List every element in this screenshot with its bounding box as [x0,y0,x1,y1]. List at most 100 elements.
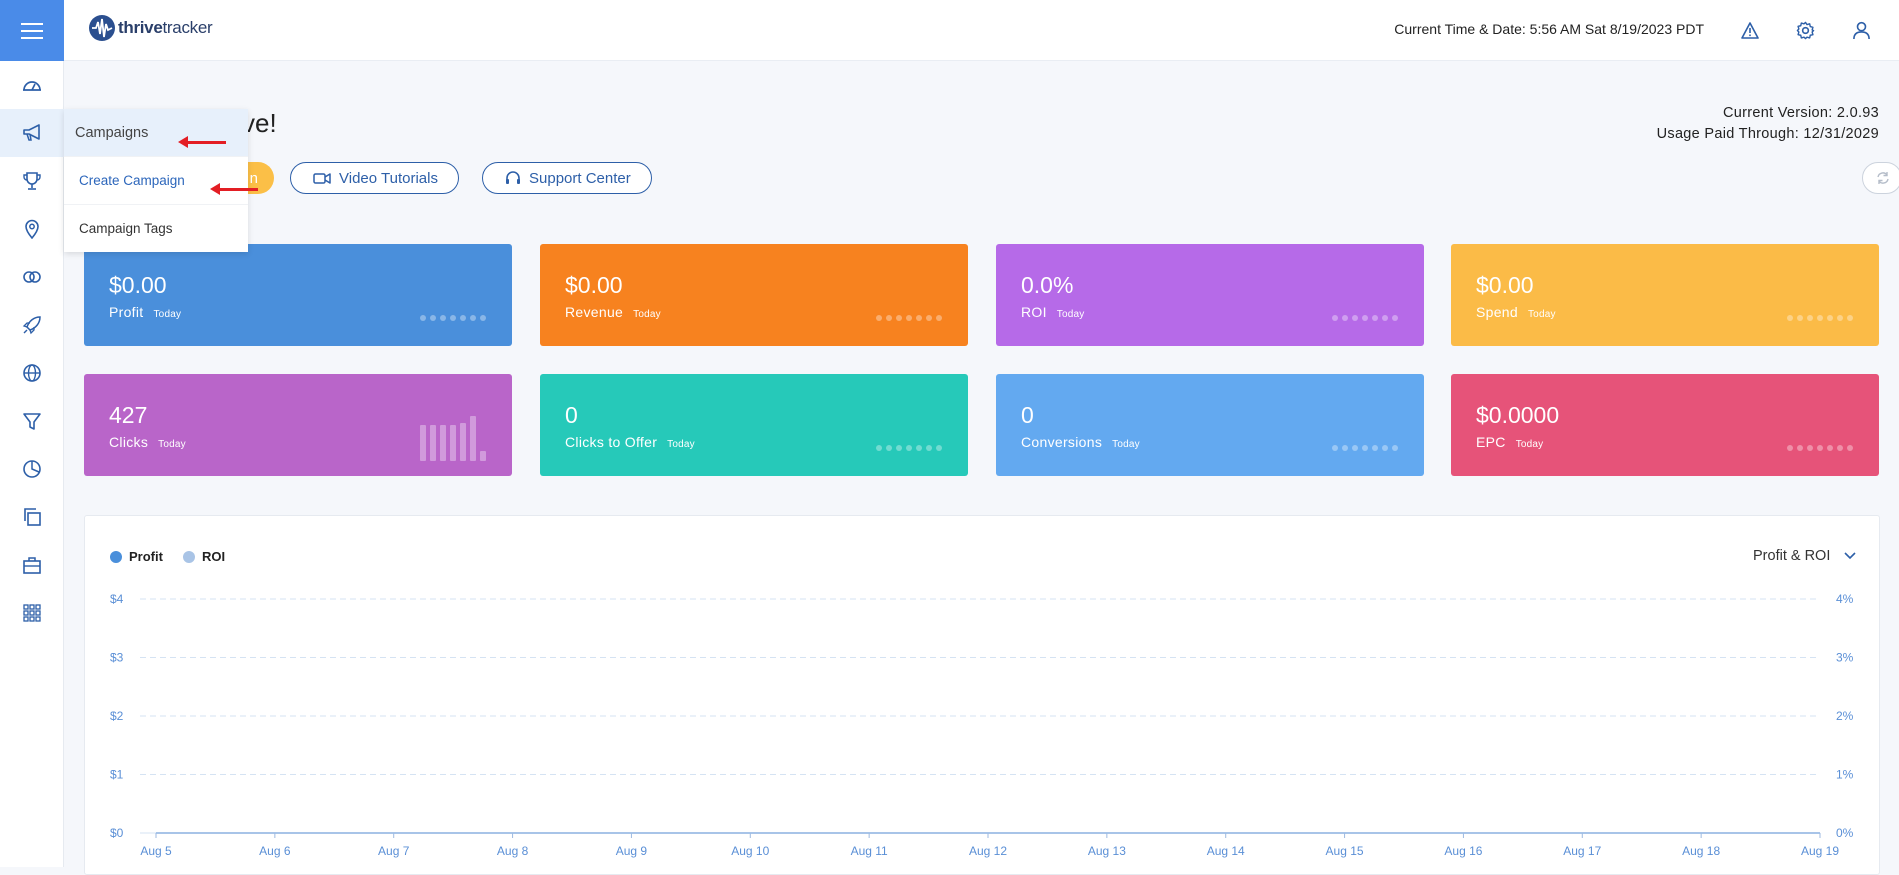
legend-roi[interactable]: ROI [182,549,226,564]
create-campaign-menu-item[interactable]: Create Campaign [64,156,248,204]
sparkline-dots [1332,315,1398,321]
sparkline-bars [420,414,486,461]
stat-value: $0.00 [565,272,623,298]
video-tutorials-button[interactable]: Video Tutorials [290,162,459,194]
current-time: Current Time & Date: 5:56 AM Sat 8/19/20… [1394,21,1704,37]
copy-icon [24,508,41,526]
y-tick-label-left: $2 [110,709,124,723]
stat-value: 0 [565,402,578,428]
sidebar-item-reports[interactable] [0,445,64,493]
usage-paid-through: Usage Paid Through: 12/31/2029 [1656,126,1879,142]
warning-icon[interactable] [1739,19,1761,41]
x-tick-label: Aug 15 [1326,844,1364,858]
y-tick-label-left: $0 [110,826,124,840]
x-tick-label: Aug 9 [616,844,648,858]
refresh-button[interactable] [1862,162,1899,194]
globe-icon [23,364,41,382]
current-version: Current Version: 2.0.93 [1722,105,1879,121]
sparkline-dots [1332,445,1398,451]
stat-value: 0.0% [1021,272,1074,298]
sidebar [0,61,64,867]
legend-roi-label: ROI [201,549,226,564]
x-tick-label: Aug 11 [851,844,888,858]
legend-profit-dot [110,550,122,563]
y-tick-label-right: 0% [1836,826,1854,840]
x-tick-label: Aug 6 [259,844,291,858]
stat-label: Clicks Today [109,434,186,450]
hamburger-icon [21,22,43,39]
profit-roi-chart: $0 0% $1 1% $2 2% $3 3% $4 4% Aug 5 Aug 6 Aug 7 Aug 8… [110,592,1854,858]
version-info: Current Version: 2.0.93 Usage Paid Throu… [1657,103,1879,145]
stat-card-epc: $0.0000 EPC Today [1451,374,1879,476]
stat-value: $0.00 [109,272,167,298]
stat-card-revenue: $0.00 Revenue Today [540,244,968,346]
sidebar-item-location[interactable] [0,205,64,253]
stat-value: $0.0000 [1476,402,1560,428]
video-camera-icon [313,172,331,184]
chart-metric-select-value: Profit & ROI [1753,548,1831,564]
chevron-down-icon [1844,552,1856,560]
stat-card-profit: $0.00 Profit Today [84,244,512,346]
sidebar-item-globe[interactable] [0,349,64,397]
x-tick-label: Aug 5 [140,844,172,858]
sparkline-dots [876,445,942,451]
sparkline-dots [420,315,486,321]
stat-label: Spend Today [1476,304,1556,320]
stat-period: Today [1527,309,1556,320]
hamburger-menu-button[interactable] [0,0,64,61]
logo-wave-icon [89,15,115,41]
stat-label: EPC Today [1476,434,1544,450]
stat-card-spend: $0.00 Spend Today [1451,244,1879,346]
briefcase-icon [23,557,41,574]
flyout-title[interactable]: Campaigns [64,109,248,156]
stat-value: $0.00 [1476,272,1534,298]
sidebar-item-apps[interactable] [0,589,64,637]
sidebar-item-trophy[interactable] [0,157,64,205]
chart-metric-select[interactable]: Profit & ROI [1753,548,1856,564]
sidebar-item-funnel[interactable] [0,397,64,445]
sidebar-item-links[interactable] [0,253,64,301]
stat-period: Today [1515,439,1544,450]
refresh-icon [1877,172,1889,184]
app-logo[interactable]: thrivetracker [88,14,213,42]
y-tick-label-right: 2% [1836,709,1854,723]
x-tick-label: Aug 16 [1444,844,1482,858]
chart-legend: Profit ROI [110,549,225,564]
rocket-icon [22,316,41,335]
x-tick-label: Aug 8 [497,844,529,858]
x-tick-label: Aug 19 [1801,844,1839,858]
x-tick-label: Aug 10 [731,844,769,858]
sidebar-item-campaigns[interactable] [0,109,64,157]
gear-icon[interactable] [1794,19,1816,41]
legend-profit[interactable]: Profit [110,549,163,564]
location-pin-icon [25,219,39,239]
dashboard-icon [23,81,41,91]
stat-period: Today [153,309,182,320]
sidebar-item-offers[interactable] [0,541,64,589]
support-center-label: Support Center [529,169,631,187]
user-icon[interactable] [1850,19,1872,41]
sidebar-item-dashboard[interactable] [0,61,64,109]
stat-value: 427 [109,402,148,428]
sidebar-item-rocket[interactable] [0,301,64,349]
campaign-tags-menu-item[interactable]: Campaign Tags [64,204,248,252]
stat-label: Clicks to Offer Today [565,434,695,450]
sidebar-item-pages[interactable] [0,493,64,541]
legend-roi-dot [182,550,195,563]
megaphone-icon [23,124,40,141]
x-tick-label: Aug 12 [969,844,1007,858]
stat-label: Conversions Today [1021,434,1140,450]
funnel-icon [23,413,41,430]
grid-icon [23,604,41,622]
sparkline-dots [1787,445,1853,451]
link-icon [23,271,41,283]
y-tick-label-right: 3% [1836,651,1854,665]
y-tick-label-left: $1 [110,768,124,782]
x-tick-label: Aug 7 [378,844,410,858]
stat-card-roi: 0.0% ROI Today [996,244,1424,346]
support-center-button[interactable]: Support Center [482,162,652,194]
stat-value: 0 [1021,402,1034,428]
y-tick-label-right: 1% [1836,768,1854,782]
x-tick-label: Aug 18 [1682,844,1720,858]
x-tick-label: Aug 13 [1088,844,1126,858]
